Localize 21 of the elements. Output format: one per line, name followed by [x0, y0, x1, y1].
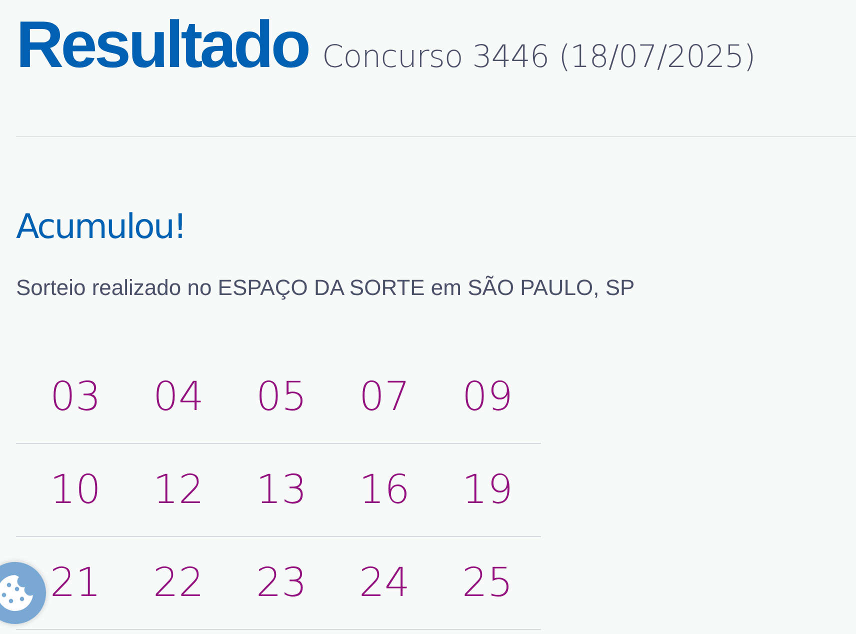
drawn-number: 23 — [255, 560, 308, 606]
drawn-number: 10 — [49, 467, 102, 513]
drawn-number: 12 — [152, 467, 205, 513]
drawn-number: 16 — [358, 467, 411, 513]
draw-location: Sorteio realizado no ESPAÇO DA SORTE em SÃO PAULO, SP — [16, 275, 636, 301]
drawn-number: 21 — [49, 560, 102, 606]
drawn-number: 07 — [358, 374, 411, 420]
drawn-number: 24 — [358, 560, 411, 606]
drawn-number: 25 — [461, 560, 514, 606]
drawn-number: 22 — [152, 560, 205, 606]
drawn-number: 05 — [255, 374, 308, 420]
drawn-number: 13 — [255, 467, 308, 513]
drawn-number: 04 — [152, 374, 205, 420]
page-title: Resultado — [16, 6, 308, 83]
result-status: Acumulou! — [16, 206, 186, 249]
contest-info: Concurso 3446 (18/07/2025) — [322, 39, 756, 75]
cookie-settings-button[interactable] — [0, 562, 46, 624]
drawn-number: 19 — [461, 467, 514, 513]
drawn-number: 09 — [461, 374, 514, 420]
cookie-icon — [0, 573, 35, 613]
drawn-number: 03 — [49, 374, 102, 420]
